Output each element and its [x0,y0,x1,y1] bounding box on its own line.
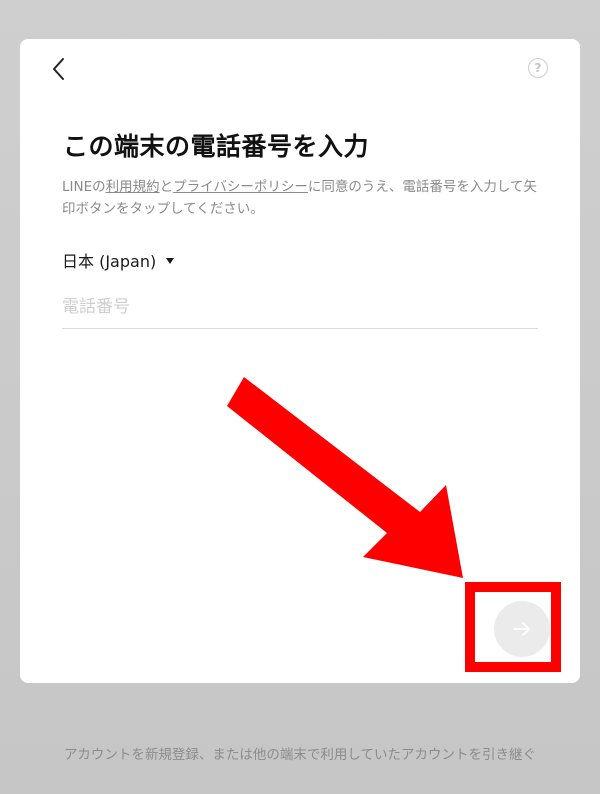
country-selector[interactable]: 日本 (Japan) [62,248,175,272]
help-button[interactable]: ? [528,58,548,78]
caret-down-icon [166,258,175,264]
phone-number-input[interactable] [62,286,538,329]
chevron-left-icon [53,58,64,80]
next-button[interactable] [494,601,550,657]
privacy-policy-link[interactable]: プライバシーポリシー [173,179,308,195]
description-middle: と [159,179,174,195]
phone-number-card: ? この端末の電話番号を入力 LINEの利用規約とプライバシーポリシーに同意のう… [20,39,580,683]
terms-link[interactable]: 利用規約 [106,179,160,195]
question-circle-icon: ? [534,61,542,75]
new-account-or-transfer-link[interactable]: アカウントを新規登録、または他の端末で利用していたアカウントを引き継ぐ [0,743,600,763]
terms-description: LINEの利用規約とプライバシーポリシーに同意のうえ、電話番号を入力して矢印ボタ… [62,176,547,220]
description-prefix: LINEの [62,179,106,195]
country-value: 日本 (Japan) [62,252,157,271]
arrow-right-icon [513,622,530,636]
page-title: この端末の電話番号を入力 [63,132,370,161]
back-button[interactable] [46,53,76,85]
